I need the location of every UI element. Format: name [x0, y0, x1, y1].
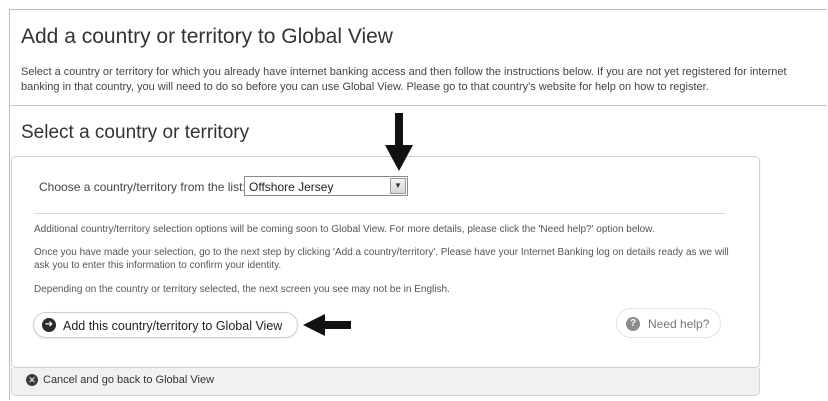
note-availability: Additional country/territory selection o… — [34, 224, 655, 235]
section-title: Select a country or territory — [21, 122, 250, 143]
close-circle-icon[interactable]: ✕ — [26, 374, 38, 386]
country-select-label: Choose a country/territory from the list… — [39, 180, 246, 194]
arrow-left-icon — [303, 314, 351, 336]
panel-divider — [34, 213, 725, 214]
note-language: Depending on the country or territory se… — [34, 284, 450, 295]
country-select[interactable]: Offshore Jersey ▼ — [244, 176, 408, 196]
add-country-button[interactable]: ➜ Add this country/territory to Global V… — [33, 312, 298, 338]
arrow-down-icon — [385, 113, 413, 171]
arrow-right-circle-icon: ➜ — [42, 318, 56, 332]
need-help-button[interactable]: ? Need help? — [616, 308, 721, 338]
divider — [10, 105, 827, 106]
country-select-value: Offshore Jersey — [249, 180, 334, 194]
cancel-link[interactable]: Cancel and go back to Global View — [43, 374, 214, 386]
add-country-button-label: Add this country/territory to Global Vie… — [63, 319, 283, 333]
chevron-down-icon[interactable]: ▼ — [390, 178, 406, 194]
intro-text: Select a country or territory for which … — [21, 66, 787, 93]
question-circle-icon: ? — [626, 317, 640, 331]
page-title: Add a country or territory to Global Vie… — [21, 25, 393, 48]
note-next-step: Once you have made your selection, go to… — [34, 247, 729, 271]
need-help-button-label: Need help? — [648, 317, 710, 331]
